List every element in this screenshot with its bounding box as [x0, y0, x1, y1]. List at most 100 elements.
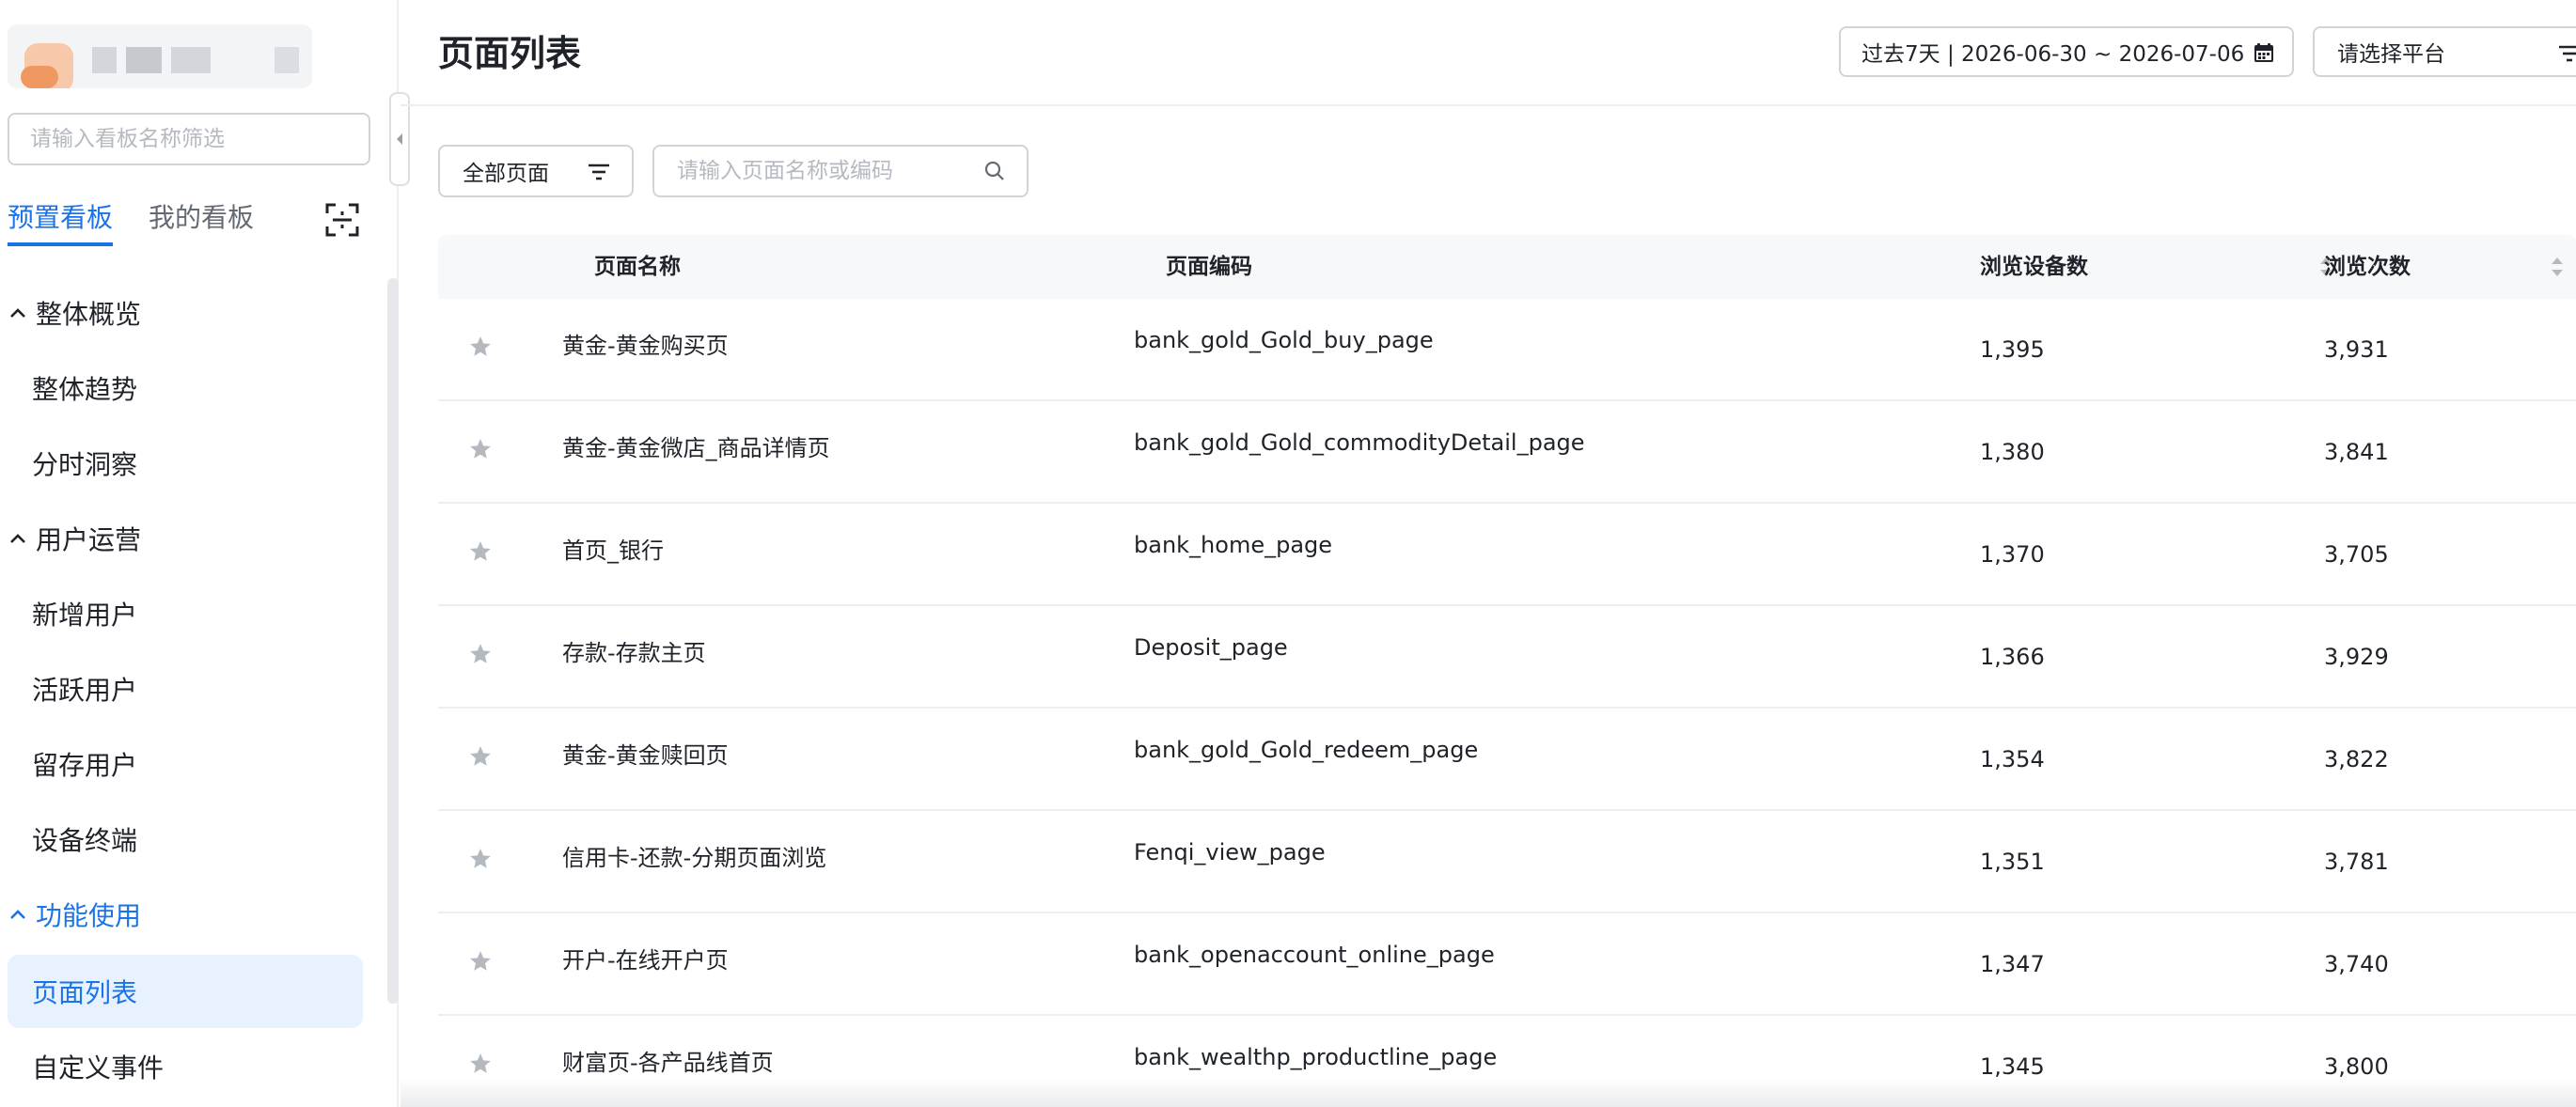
app-window: 预置看板 我的看板 整体概览 整体趋势 分时洞察 用户运营 新增用户 [0, 0, 2576, 1107]
platform-select[interactable]: 请选择平台 [2313, 26, 2576, 77]
menu-item-retained-users[interactable]: 留存用户 [8, 727, 363, 801]
cell-view-count: 3,931 [2324, 336, 2389, 363]
menu-group-overview[interactable]: 整体概览 [8, 289, 141, 336]
cell-device-count: 1,354 [1980, 746, 2045, 772]
cell-page-name: 存款-存款主页 [562, 640, 706, 666]
page-title: 页面列表 [438, 33, 582, 74]
logo-text-blur [275, 47, 299, 73]
header-divider [401, 104, 2576, 106]
cell-view-count: 3,822 [2324, 746, 2389, 772]
star-icon[interactable] [468, 642, 493, 666]
cell-device-count: 1,370 [1980, 541, 2045, 568]
tab-my-boards[interactable]: 我的看板 [149, 199, 254, 246]
cell-device-count: 1,380 [1980, 439, 2045, 465]
menu-item-page-list[interactable]: 页面列表 [8, 955, 363, 1028]
logo-text-blur [126, 47, 162, 73]
sidebar: 预置看板 我的看板 整体概览 整体趋势 分时洞察 用户运营 新增用户 [0, 0, 399, 1107]
chevron-up-icon [10, 308, 25, 318]
cell-view-count: 3,841 [2324, 439, 2389, 465]
cell-view-count: 3,800 [2324, 1053, 2389, 1080]
star-icon[interactable] [468, 335, 493, 359]
menu-group-user-ops[interactable]: 用户运营 [8, 515, 141, 562]
cell-page-name: 首页_银行 [562, 538, 664, 564]
star-icon[interactable] [468, 744, 493, 769]
menu-group-label: 功能使用 [36, 900, 142, 931]
menu-item-custom-events[interactable]: 自定义事件 [8, 1030, 363, 1103]
cell-page-name: 信用卡-还款-分期页面浏览 [562, 845, 827, 871]
cell-page-code: Fenqi_view_page [1134, 839, 1326, 865]
star-icon[interactable] [468, 1052, 493, 1076]
column-header-page-name: 页面名称 [594, 255, 681, 279]
chevron-up-icon [10, 534, 25, 543]
column-header-view-count-label: 浏览次数 [2324, 255, 2411, 279]
cell-device-count: 1,345 [1980, 1053, 2045, 1080]
date-range-picker[interactable]: 过去7天 | 2026-06-30 ~ 2026-07-06 [1839, 26, 2294, 77]
blurred-logo [8, 24, 312, 88]
logo-text-blur [171, 47, 211, 73]
search-icon[interactable] [983, 160, 1006, 182]
cell-view-count: 3,781 [2324, 849, 2389, 875]
tab-preset-boards[interactable]: 预置看板 [8, 199, 114, 246]
board-tabs: 预置看板 我的看板 [8, 194, 384, 250]
cell-page-code: bank_gold_Gold_buy_page [1134, 327, 1434, 353]
page-type-value: 全部页面 [463, 162, 549, 186]
table-row[interactable]: 黄金-黄金赎回页 bank_gold_Gold_redeem_page 1,35… [438, 709, 2576, 811]
menu-item-overall-trend[interactable]: 整体趋势 [8, 351, 363, 425]
cell-page-name: 财富页-各产品线首页 [562, 1050, 774, 1076]
main-content: 页面列表 过去7天 | 2026-06-30 ~ 2026-07-06 请选择平… [401, 0, 2576, 1107]
cell-page-name: 黄金-黄金购买页 [562, 333, 729, 359]
page-type-filter[interactable]: 全部页面 [438, 145, 634, 197]
filter-icon [589, 164, 609, 180]
filter-icon [2559, 45, 2576, 62]
table-header: 页面名称 页面编码 浏览设备数 浏览次数 [438, 235, 2576, 299]
sort-icon[interactable] [2550, 254, 2565, 280]
cell-device-count: 1,366 [1980, 644, 2045, 670]
column-header-page-code: 页面编码 [1166, 255, 1252, 279]
column-header-device-count[interactable]: 浏览设备数 [1980, 235, 2088, 299]
cell-page-name: 黄金-黄金微店_商品详情页 [562, 435, 830, 461]
logo-text-blur [92, 47, 117, 73]
cell-view-count: 3,705 [2324, 541, 2389, 568]
cell-page-code: Deposit_page [1134, 634, 1288, 661]
scan-icon[interactable] [323, 201, 361, 239]
date-range-value: 过去7天 | 2026-06-30 ~ 2026-07-06 [1861, 42, 2245, 67]
cell-page-name: 黄金-黄金赎回页 [562, 742, 729, 769]
cell-page-code: bank_wealthp_productline_page [1134, 1044, 1498, 1070]
menu-group-feature-usage[interactable]: 功能使用 [8, 891, 141, 938]
cell-page-name: 开户-在线开户页 [562, 947, 729, 974]
table-row[interactable]: 开户-在线开户页 bank_openaccount_online_page 1,… [438, 913, 2576, 1016]
table-row[interactable]: 黄金-黄金微店_商品详情页 bank_gold_Gold_commodityDe… [438, 401, 2576, 504]
menu-item-active-users[interactable]: 活跃用户 [8, 652, 363, 725]
star-icon[interactable] [468, 949, 493, 974]
star-icon[interactable] [468, 847, 493, 871]
star-icon[interactable] [468, 539, 493, 564]
cell-device-count: 1,351 [1980, 849, 2045, 875]
table-row[interactable]: 存款-存款主页 Deposit_page 1,366 3,929 [438, 606, 2576, 709]
board-search-input[interactable] [8, 113, 370, 165]
cell-device-count: 1,347 [1980, 951, 2045, 977]
sidebar-scrollbar[interactable] [387, 278, 399, 1004]
cell-page-code: bank_openaccount_online_page [1134, 942, 1495, 968]
menu-group-label: 整体概览 [36, 299, 142, 330]
menu-group-label: 用户运营 [36, 524, 142, 555]
page-search-input[interactable] [654, 147, 974, 195]
cell-page-code: bank_home_page [1134, 532, 1333, 558]
cell-page-code: bank_gold_Gold_commodityDetail_page [1134, 429, 1585, 456]
menu-item-devices[interactable]: 设备终端 [8, 803, 363, 876]
cell-view-count: 3,740 [2324, 951, 2389, 977]
menu-item-new-users[interactable]: 新增用户 [8, 577, 363, 650]
bottom-shadow [401, 1079, 2576, 1107]
logo-mark-accent [21, 66, 58, 88]
page-search-box [652, 145, 1029, 197]
table-row[interactable]: 黄金-黄金购买页 bank_gold_Gold_buy_page 1,395 3… [438, 299, 2576, 401]
chevron-up-icon [10, 910, 25, 919]
platform-placeholder: 请选择平台 [2337, 42, 2445, 67]
table-row[interactable]: 信用卡-还款-分期页面浏览 Fenqi_view_page 1,351 3,78… [438, 811, 2576, 913]
cell-device-count: 1,395 [1980, 336, 2045, 363]
calendar-icon [2254, 43, 2273, 62]
menu-item-hourly-insight[interactable]: 分时洞察 [8, 427, 363, 500]
cell-page-code: bank_gold_Gold_redeem_page [1134, 737, 1479, 763]
star-icon[interactable] [468, 437, 493, 461]
cell-view-count: 3,929 [2324, 644, 2389, 670]
table-row[interactable]: 首页_银行 bank_home_page 1,370 3,705 [438, 504, 2576, 606]
